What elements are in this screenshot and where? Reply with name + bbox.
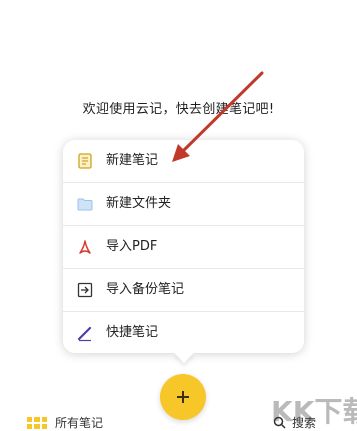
svg-text:KK下载: KK下载 [271, 395, 357, 428]
menu-item-import-pdf[interactable]: 导入PDF [63, 226, 304, 268]
menu-item-label: 导入备份笔记 [106, 282, 185, 297]
menu-item-label: 新建文件夹 [106, 196, 172, 211]
welcome-message: 欢迎使用云记，快去创建笔记吧! [82, 102, 275, 117]
pen-icon [77, 326, 92, 342]
tab-all-notes-label: 所有笔记 [55, 416, 104, 430]
menu-item-label: 新建笔记 [106, 153, 159, 168]
watermark-logo: KK下载 [271, 395, 357, 428]
menu-item-label: 导入PDF [106, 239, 158, 254]
folder-icon [77, 198, 93, 211]
grid-icon [27, 416, 47, 429]
add-button[interactable] [160, 374, 206, 420]
menu-item-quick-note[interactable]: 快捷笔记 [63, 312, 304, 354]
plus-icon [182, 391, 184, 403]
menu-item-label: 快捷笔记 [106, 325, 159, 340]
menu-item-new-note[interactable]: 新建笔记 [63, 140, 304, 182]
menu-item-new-folder[interactable]: 新建文件夹 [63, 183, 304, 225]
import-icon [77, 282, 93, 298]
note-icon [78, 153, 92, 169]
menu-item-import-backup[interactable]: 导入备份笔记 [63, 269, 304, 311]
create-menu-popup: 新建笔记 新建文件夹 导入PDF 导入备份笔记 快捷笔记 [63, 140, 304, 353]
tab-all-notes[interactable]: 所有笔记 [27, 414, 103, 431]
pdf-icon [79, 240, 91, 254]
